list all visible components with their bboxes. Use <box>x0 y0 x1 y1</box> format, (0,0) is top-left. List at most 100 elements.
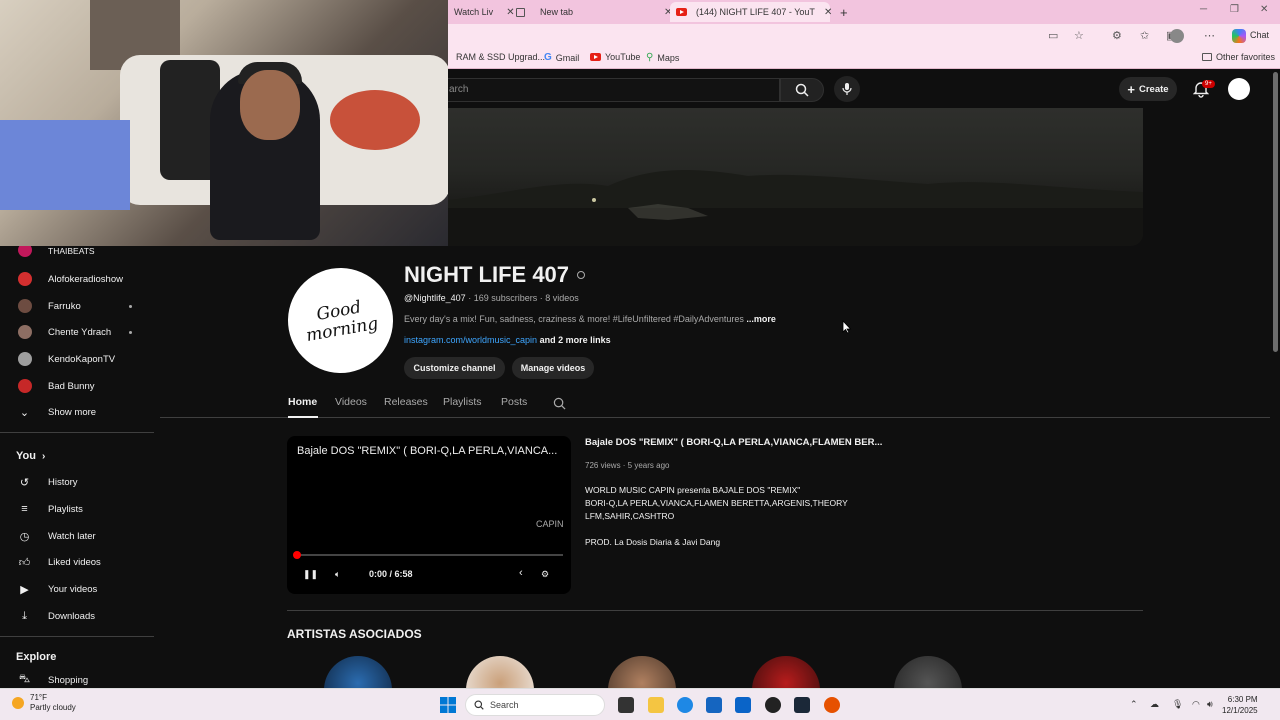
new-tab-button[interactable]: + <box>834 2 854 22</box>
channel-avatar <box>17 352 32 366</box>
youtube-icon <box>590 53 601 61</box>
customize-channel-button[interactable]: Customize channel <box>404 357 505 379</box>
channel-handle: @Nightlife_407 <box>404 293 466 303</box>
volume-tray-icon[interactable]: 🔊︎ <box>1207 699 1213 710</box>
extensions-icon[interactable]: ⚙ <box>1112 29 1122 42</box>
favorite-star-icon[interactable]: ☆ <box>1074 29 1084 42</box>
bookmark-maps[interactable]: ⚲ Maps <box>646 52 679 63</box>
edge-browser-icon[interactable] <box>677 697 693 713</box>
taskbar-clock[interactable]: 6:30 PM 12/1/2025 <box>1222 694 1258 716</box>
channel-description[interactable]: Every day's a mix! Fun, sadness, crazine… <box>404 314 776 324</box>
featured-video-meta: 726 views · 5 years ago <box>585 461 670 470</box>
search-input[interactable]: arch <box>440 78 780 102</box>
tab-new-tab[interactable]: New tab ✕ <box>510 2 672 22</box>
tab-videos[interactable]: Videos <box>335 396 367 408</box>
progress-knob[interactable] <box>293 551 301 559</box>
plus-icon: + <box>1127 81 1135 97</box>
channel-avatar-large[interactable]: Good morning <box>279 259 402 382</box>
search-icon <box>795 83 809 97</box>
sidebar-you-heading[interactable]: You › <box>16 450 45 462</box>
chat-label[interactable]: Chat <box>1250 30 1269 40</box>
player-title[interactable]: Bajale DOS "REMIX" ( BORI-Q,LA PERLA,VIA… <box>297 445 565 457</box>
sidebar-divider <box>0 636 154 637</box>
more-links[interactable]: and 2 more links <box>540 335 611 345</box>
voice-search-button[interactable] <box>834 76 860 102</box>
sidebar-sub-chente-ydrach[interactable]: Chente Ydrach <box>0 319 154 345</box>
instagram-link[interactable]: instagram.com/worldmusic_capin <box>404 335 537 345</box>
bookmark-ram-ssd[interactable]: RAM & SSD Upgrad... <box>456 52 545 62</box>
featured-video-prod: PROD. La Dosis Diaria & Javi Dang <box>585 537 721 547</box>
channel-banner <box>448 108 1143 246</box>
active-tab-indicator <box>288 416 318 418</box>
steam-icon[interactable] <box>794 697 810 713</box>
featured-video-title[interactable]: Bajale DOS "REMIX" ( BORI-Q,LA PERLA,VIA… <box>585 437 882 448</box>
tab-youtube-active[interactable]: (144) NIGHT LIFE 407 - YouT ✕ <box>670 2 832 22</box>
weather-sun-icon <box>12 697 24 709</box>
sidebar-item-liked-videos[interactable]: 👍︎ Liked videos <box>0 549 154 575</box>
account-avatar[interactable] <box>1228 78 1250 100</box>
sidebar-sub-alofokeradioshow[interactable]: Alofokeradioshow <box>0 266 154 292</box>
bookmark-youtube[interactable]: YouTube <box>590 52 640 62</box>
section-title: ARTISTAS ASOCIADOS <box>287 627 422 641</box>
sidebar-item-playlists[interactable]: ≡ Playlists <box>0 496 154 522</box>
wifi-icon[interactable]: ◠ <box>1192 699 1200 710</box>
sidebar-item-history[interactable]: ↺ History <box>0 469 154 495</box>
outlook-icon[interactable] <box>735 697 751 713</box>
app-icon[interactable] <box>824 697 840 713</box>
sidebar-sub-bad-bunny[interactable]: Bad Bunny <box>0 373 154 399</box>
maximize-icon[interactable]: ❐ <box>1230 4 1239 15</box>
minimize-icon[interactable]: ─ <box>1200 4 1207 15</box>
channel-watermark: CAPIN <box>536 519 564 529</box>
taskbar-search[interactable]: Search <box>465 694 605 716</box>
channel-search-icon[interactable] <box>553 397 566 410</box>
pause-icon[interactable]: ❚❚ <box>303 569 318 580</box>
sidebar-show-more[interactable]: ⌄ Show more <box>0 399 154 425</box>
channel-avatar <box>17 299 32 313</box>
progress-bar[interactable] <box>293 551 563 559</box>
chevron-left-icon[interactable]: ‹ <box>519 567 523 579</box>
copilot-icon[interactable] <box>1232 29 1246 43</box>
sidebar-item-watch-later[interactable]: ◷ Watch later <box>0 523 154 549</box>
sidebar-item-your-videos[interactable]: ▶ Your videos <box>0 576 154 602</box>
featured-video-player[interactable]: Bajale DOS "REMIX" ( BORI-Q,LA PERLA,VIA… <box>287 436 571 594</box>
file-explorer-icon[interactable] <box>648 697 664 713</box>
more-link[interactable]: ...more <box>746 314 776 324</box>
app-install-icon[interactable]: ▭ <box>1048 29 1058 42</box>
sidebar-divider <box>0 432 154 433</box>
volume-icon[interactable]: 🔈︎ <box>335 569 340 580</box>
task-view-icon[interactable] <box>618 697 634 713</box>
manage-videos-button[interactable]: Manage videos <box>512 357 594 379</box>
profile-icon[interactable] <box>1170 29 1184 43</box>
favorites-icon[interactable]: ✩ <box>1140 29 1149 42</box>
sidebar-sub-farruko[interactable]: Farruko <box>0 293 154 319</box>
weather-widget[interactable]: 71°F Partly cloudy <box>12 693 76 713</box>
cloud-icon[interactable]: ☁ <box>1150 699 1159 710</box>
obs-icon[interactable] <box>765 697 781 713</box>
calculator-icon[interactable] <box>706 697 722 713</box>
clock-icon: ◷ <box>19 530 30 543</box>
close-window-icon[interactable]: ✕ <box>1260 4 1268 15</box>
tab-releases[interactable]: Releases <box>384 396 428 408</box>
create-button[interactable]: + Create <box>1119 77 1177 101</box>
windows-start-icon[interactable] <box>440 697 456 713</box>
tab-home[interactable]: Home <box>288 396 317 408</box>
address-bar: ▭ ☆ ⚙ ✩ ▣ ⋯ Chat <box>448 24 1280 48</box>
tab-playlists[interactable]: Playlists <box>443 396 482 408</box>
download-icon: ⤓ <box>22 609 27 622</box>
page-scrollbar[interactable] <box>1270 70 1280 688</box>
scrollbar-thumb[interactable] <box>1273 72 1278 352</box>
sidebar-sub-thaibeats[interactable]: THAIBEATS <box>0 246 154 260</box>
tray-chevron-icon[interactable]: ⌃ <box>1130 699 1138 710</box>
tab-posts[interactable]: Posts <box>501 396 527 408</box>
sidebar-sub-kendokapontv[interactable]: KendoKaponTV <box>0 346 154 372</box>
sidebar-explore-heading: Explore <box>16 651 57 663</box>
bookmark-gmail[interactable]: G Gmail <box>544 52 579 63</box>
other-favorites[interactable]: Other favorites <box>1202 52 1275 62</box>
close-tab-icon[interactable]: ✕ <box>824 7 832 18</box>
more-menu-icon[interactable]: ⋯ <box>1204 29 1215 42</box>
settings-gear-icon[interactable]: ⚙ <box>541 569 549 580</box>
channel-avatar <box>17 379 32 393</box>
mic-tray-icon[interactable]: 🎙︎ <box>1172 699 1183 710</box>
sidebar-item-downloads[interactable]: ⤓ Downloads <box>0 603 154 629</box>
search-button[interactable] <box>780 78 824 102</box>
